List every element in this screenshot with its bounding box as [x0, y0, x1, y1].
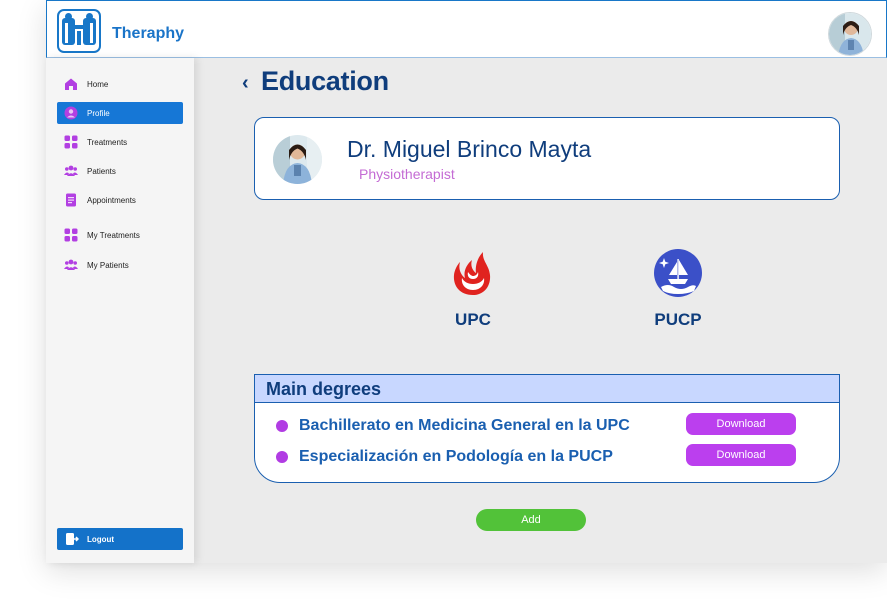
user-avatar[interactable]	[828, 12, 872, 56]
document-icon	[64, 193, 78, 207]
university-upc[interactable]: UPC	[423, 249, 523, 330]
university-name: PUCP	[654, 310, 702, 329]
download-button[interactable]: Download	[686, 444, 796, 466]
top-bar: Theraphy	[46, 0, 887, 58]
add-button[interactable]: Add	[476, 509, 586, 531]
sidebar-item-label: Patients	[87, 166, 116, 176]
download-button[interactable]: Download	[686, 413, 796, 435]
back-chevron-icon[interactable]: ‹	[242, 72, 249, 95]
sidebar-item-label: Home	[87, 79, 109, 89]
doctor-avatar	[273, 135, 322, 184]
people-icon	[64, 164, 78, 178]
theraphy-logo-icon[interactable]	[57, 9, 101, 53]
sidebar: Home Profile Treatments Patients Appoint…	[46, 58, 194, 563]
bullet-icon	[276, 420, 288, 432]
sidebar-item-label: My Patients	[87, 260, 129, 270]
grid-icon	[64, 135, 78, 149]
pucp-logo-icon	[654, 249, 702, 302]
degree-title: Especialización en Podología en la PUCP	[299, 448, 613, 465]
doctor-role: Physiotherapist	[359, 166, 455, 182]
logout-button[interactable]: Logout	[57, 528, 183, 550]
degree-title: Bachillerato en Medicina General en la U…	[299, 417, 630, 434]
sidebar-item-treatments[interactable]: Treatments	[57, 131, 183, 153]
logout-icon	[65, 532, 80, 546]
page-title: Education	[261, 66, 389, 96]
university-name: UPC	[455, 310, 491, 329]
sidebar-item-label: Appointments	[87, 195, 136, 205]
people-icon	[64, 258, 78, 272]
bullet-icon	[276, 451, 288, 463]
sidebar-item-my-treatments[interactable]: My Treatments	[57, 224, 183, 246]
sidebar-item-patients[interactable]: Patients	[57, 160, 183, 182]
sidebar-item-label: Profile	[87, 108, 110, 118]
home-icon	[64, 77, 78, 91]
sidebar-item-label: My Treatments	[87, 230, 140, 240]
logout-label: Logout	[87, 534, 115, 544]
university-pucp[interactable]: PUCP	[628, 249, 728, 330]
doctor-card: Dr. Miguel Brinco Mayta Physiotherapist	[254, 117, 840, 200]
app-window: Theraphy Home Profile Treatments Patient…	[46, 0, 887, 563]
brand-name: Theraphy	[112, 25, 185, 42]
sidebar-item-label: Treatments	[87, 137, 128, 147]
profile-icon	[64, 106, 78, 120]
grid-icon	[64, 228, 78, 242]
upc-logo-icon	[449, 249, 497, 302]
sidebar-item-appointments[interactable]: Appointments	[57, 189, 183, 211]
sidebar-item-my-patients[interactable]: My Patients	[57, 254, 183, 276]
sidebar-item-home[interactable]: Home	[57, 73, 183, 95]
degrees-heading: Main degrees	[255, 375, 839, 403]
main-degrees-panel: Main degrees Bachillerato en Medicina Ge…	[254, 374, 840, 483]
sidebar-item-profile[interactable]: Profile	[57, 102, 183, 124]
doctor-name: Dr. Miguel Brinco Mayta	[347, 136, 592, 162]
